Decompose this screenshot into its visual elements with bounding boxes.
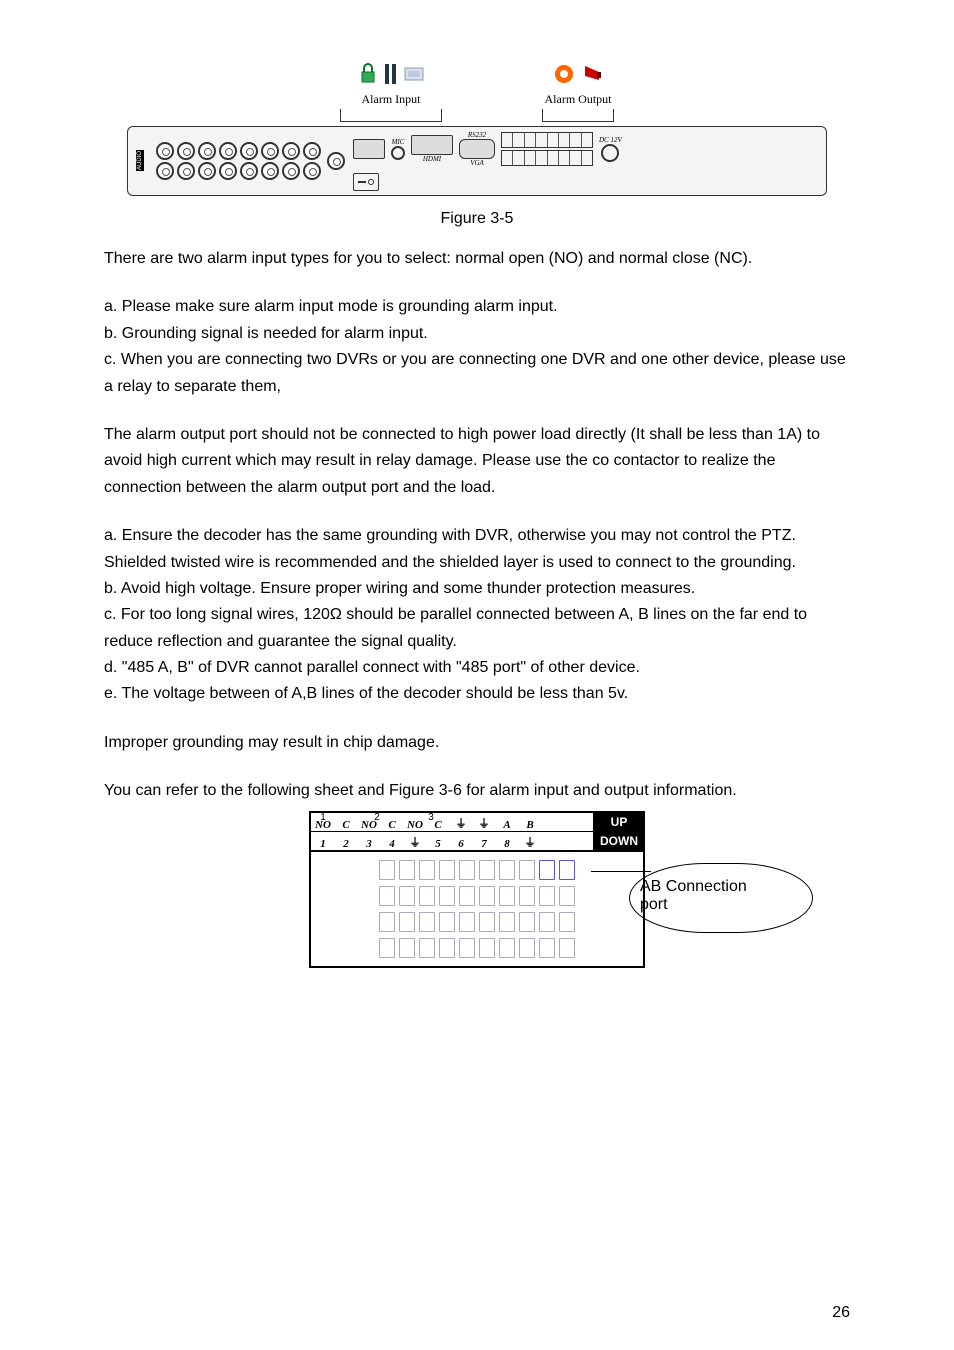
paragraph-c2: c. For too long signal wires, 120Ω shoul… (104, 602, 850, 655)
ab-connection-callout: AB Connection port (629, 863, 813, 933)
paragraph-c1: c. When you are connecting two DVRs or y… (104, 347, 850, 400)
bar-icon (384, 62, 398, 86)
paragraph-b1: b. Grounding signal is needed for alarm … (104, 321, 850, 347)
figure-3-6: 1 2 3 NO C NO C NO C ⏚ ⏚ A B UP (257, 811, 697, 968)
paragraph-a2: a. Ensure the decoder has the same groun… (104, 523, 850, 576)
paragraph-a1: a. Please make sure alarm input mode is … (104, 294, 850, 320)
port-icon (404, 62, 424, 86)
paragraph-p4: You can refer to the following sheet and… (104, 778, 850, 804)
plug-icon (581, 62, 603, 86)
alarm-output-label: Alarm Output (545, 92, 612, 107)
down-label: DOWN (593, 832, 643, 850)
paragraph-p3: Improper grounding may result in chip da… (104, 730, 850, 756)
paragraph-p2: The alarm output port should not be conn… (104, 422, 850, 501)
paragraph-e2: e. The voltage between of A,B lines of t… (104, 681, 850, 707)
lock-icon (358, 62, 378, 86)
body-text: There are two alarm input types for you … (104, 246, 850, 805)
page-number: 26 (832, 1304, 850, 1322)
power-icon (553, 62, 575, 86)
figure-3-5-top-icons: Alarm Input Alarm Output AUDIO (127, 60, 827, 196)
up-label: UP (593, 813, 643, 831)
alarm-input-label: Alarm Input (362, 92, 421, 107)
paragraph-intro: There are two alarm input types for you … (104, 246, 850, 272)
paragraph-d2: d. "485 A, B" of DVR cannot parallel con… (104, 655, 850, 681)
paragraph-b2: b. Avoid high voltage. Ensure proper wir… (104, 576, 850, 602)
rear-panel-diagram: AUDIO MIC HDMI RS232VGA DC 12V (127, 126, 827, 196)
figure-caption: Figure 3-5 (104, 210, 850, 228)
